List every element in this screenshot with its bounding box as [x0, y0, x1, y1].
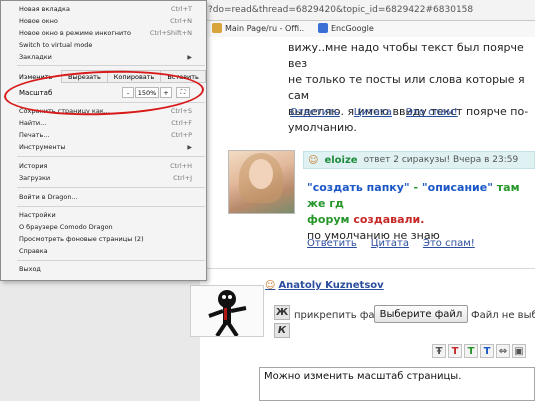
menu-item-incognito[interactable]: Новое окно в режиме инкогнито Ctrl+Shift+… [1, 27, 206, 39]
menu-item-signin[interactable]: Войти в Dragon... [1, 191, 206, 203]
format-toolbar: Ŧ T T T ⇔ ▣ [432, 344, 526, 358]
divider [17, 260, 205, 261]
menu-item-new-window[interactable]: Новое окно Ctrl+N [1, 15, 206, 27]
divider [17, 156, 205, 157]
reply-username[interactable]: ☺ Anatoly Kuznetsov [265, 280, 384, 291]
post2-header: ☺ eloize ответ 2 сиракузы! Вчера в 23:59 [303, 151, 535, 169]
menu-item-help[interactable]: Справка [1, 245, 206, 257]
quote-link[interactable]: Цитата [371, 238, 409, 249]
bookmark-favicon-icon [212, 23, 222, 33]
file-status: Файл не выб [471, 310, 535, 321]
url-text: ?do=read&thread=6829420&topic_id=6829422… [208, 5, 474, 15]
red-text-button[interactable]: T [448, 344, 462, 358]
menu-item-background-pages[interactable]: Просмотреть фоновые страницы (2) [1, 233, 206, 245]
stickman-avatar-icon [208, 290, 247, 338]
address-bar[interactable]: ?do=read&thread=6829420&topic_id=6829422… [200, 0, 535, 21]
strikethrough-button[interactable]: Ŧ [432, 344, 446, 358]
menu-item-virtual-mode[interactable]: Switch to virtual mode [1, 39, 206, 51]
bookmarks-bar: Main Page/ru - Offi.. EncGoogle [200, 21, 535, 38]
menu-item-bookmarks[interactable]: Закладки ▶ [1, 51, 206, 63]
user-icon: ☺ [308, 154, 319, 166]
link-button[interactable]: ⇔ [496, 344, 510, 358]
post2-meta: ответ 2 сиракузы! Вчера в 23:59 [363, 155, 519, 165]
choose-file-button[interactable]: Выберите файл [374, 305, 468, 323]
bookmark-encgoogle[interactable]: EncGoogle [318, 23, 374, 33]
menu-item-downloads[interactable]: Загрузки Ctrl+J [1, 172, 206, 184]
reply-link[interactable]: Ответить [290, 107, 340, 118]
post1-actions: Ответить Цитата Это спам! [290, 107, 458, 118]
menu-item-about[interactable]: О браузере Comodo Dragon [1, 221, 206, 233]
spam-link[interactable]: Это спам! [406, 107, 458, 118]
user-icon: ☺ [265, 280, 276, 291]
bookmark-main-page[interactable]: Main Page/ru - Offi.. [212, 23, 304, 33]
reply-link[interactable]: Ответить [307, 238, 357, 249]
italic-button[interactable]: К [274, 323, 290, 338]
post2-text: "создать папку" - "описание" там же гд ф… [307, 181, 520, 242]
browser-menu: Новая вкладка Ctrl+T Новое окно Ctrl+N Нов… [0, 0, 207, 281]
menu-item-print[interactable]: Печать... Ctrl+P [1, 129, 206, 141]
image-icon[interactable]: ▣ [512, 344, 526, 358]
menu-item-exit[interactable]: Выход [1, 263, 206, 275]
avatar[interactable] [228, 150, 295, 214]
post2-actions: Ответить Цитата Это спам! [307, 238, 475, 249]
chevron-right-icon: ▶ [187, 53, 192, 61]
menu-item-find[interactable]: Найти... Ctrl+F [1, 117, 206, 129]
post1-text: вижу..мне надо чтобы текст был поярче ве… [288, 41, 529, 134]
divider [200, 268, 535, 269]
menu-item-tools[interactable]: Инструменты ▶ [1, 141, 206, 153]
menu-item-history[interactable]: История Ctrl+H [1, 160, 206, 172]
google-favicon-icon [318, 23, 328, 33]
menu-item-settings[interactable]: Настройки [1, 209, 206, 221]
message-textarea[interactable]: Можно изменить масштаб страницы. [259, 367, 535, 401]
chevron-right-icon: ▶ [187, 143, 192, 151]
green-text-button[interactable]: T [464, 344, 478, 358]
spam-link[interactable]: Это спам! [423, 238, 475, 249]
bold-button[interactable]: Ж [274, 305, 290, 320]
menu-item-new-tab[interactable]: Новая вкладка Ctrl+T [1, 3, 206, 15]
divider [17, 206, 205, 207]
divider [17, 187, 205, 188]
quote-link[interactable]: Цитата [354, 107, 392, 118]
blue-text-button[interactable]: T [480, 344, 494, 358]
divider [17, 65, 205, 66]
avatar[interactable] [190, 285, 264, 338]
post2-username[interactable]: eloize [324, 155, 357, 166]
